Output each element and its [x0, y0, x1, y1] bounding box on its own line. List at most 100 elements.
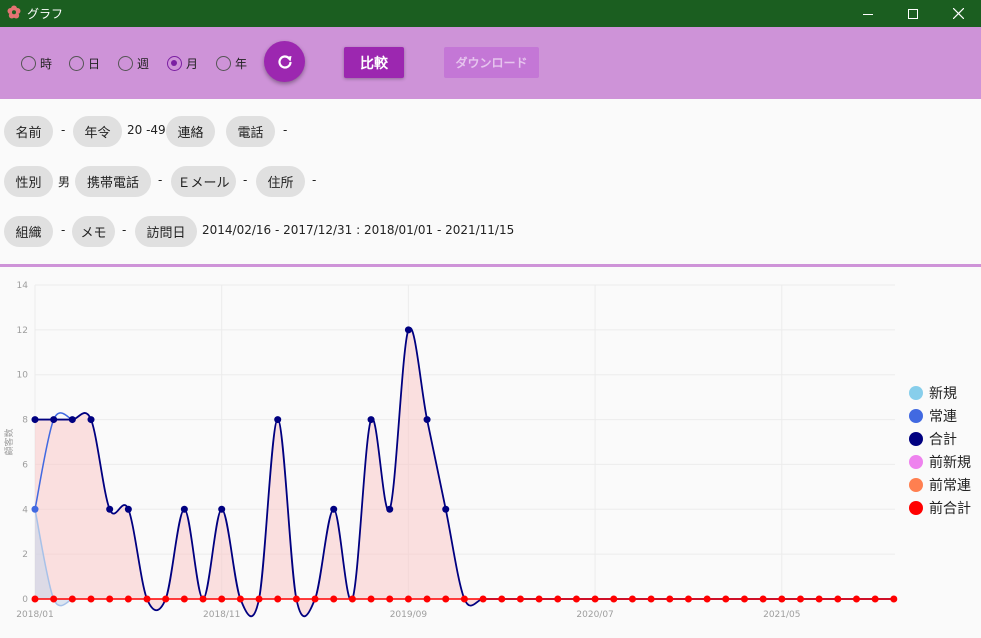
- data-point-prev-total: [778, 595, 786, 603]
- data-point-prev-total: [386, 595, 394, 603]
- data-point-prev-total: [759, 595, 767, 603]
- data-point-prev-total: [50, 595, 58, 603]
- data-point-prev-total: [199, 595, 207, 603]
- legend-item[interactable]: 前常連: [909, 475, 971, 495]
- close-icon: [952, 8, 964, 19]
- legend-label: 合計: [929, 432, 957, 448]
- data-point-prev-total: [348, 595, 356, 603]
- radio-label: 年: [235, 57, 248, 71]
- refresh-button[interactable]: [264, 41, 305, 82]
- download-button[interactable]: ダウンロード: [444, 47, 539, 78]
- legend-item[interactable]: 合計: [909, 429, 957, 449]
- y-tick-label: 12: [17, 326, 28, 336]
- y-axis-label: 顧客数: [3, 428, 15, 455]
- chip-visit-date[interactable]: 訪問日: [135, 216, 197, 247]
- data-point-prev-total: [628, 595, 636, 603]
- legend-item[interactable]: 新規: [909, 383, 957, 403]
- chip-age[interactable]: 年令: [73, 116, 122, 147]
- x-tick-label: 2021/05: [763, 610, 800, 620]
- data-point-prev-total: [890, 595, 898, 603]
- data-point-total: [386, 505, 394, 513]
- app-flower-icon: [7, 5, 21, 19]
- address-value: -: [312, 173, 317, 187]
- legend-label: 新規: [929, 386, 957, 402]
- data-point-prev-total: [31, 595, 39, 603]
- data-point-total: [218, 505, 226, 513]
- data-point-total: [423, 416, 431, 424]
- data-point-prev-total: [722, 595, 730, 603]
- legend-item[interactable]: 前合計: [909, 498, 971, 518]
- data-point-prev-total: [367, 595, 375, 603]
- data-point-regular: [31, 505, 39, 513]
- legend-swatch: [909, 386, 923, 400]
- x-tick-label: 2020/07: [576, 610, 613, 620]
- data-point-prev-total: [236, 595, 244, 603]
- compare-button[interactable]: 比較: [344, 47, 404, 78]
- chip-phone[interactable]: 電話: [226, 116, 275, 147]
- data-point-total: [404, 326, 412, 334]
- data-point-prev-total: [442, 595, 450, 603]
- data-point-total: [50, 416, 58, 424]
- minimize-icon: [863, 13, 873, 15]
- chip-mobile[interactable]: 携帯電話: [75, 166, 151, 197]
- radio-hour[interactable]: 時: [21, 55, 52, 72]
- data-point-prev-total: [162, 595, 170, 603]
- data-point-total: [367, 416, 375, 424]
- chip-address[interactable]: 住所: [256, 166, 305, 197]
- data-point-prev-total: [796, 595, 804, 603]
- legend-item[interactable]: 前新規: [909, 452, 971, 472]
- data-point-prev-total: [535, 595, 543, 603]
- data-point-total: [274, 416, 282, 424]
- data-point-total: [442, 505, 450, 513]
- chip-organization[interactable]: 組織: [4, 216, 53, 247]
- radio-label: 週: [137, 57, 150, 71]
- data-point-prev-total: [740, 595, 748, 603]
- radio-month[interactable]: 月: [167, 55, 198, 72]
- maximize-button[interactable]: [890, 0, 936, 27]
- data-point-prev-total: [647, 595, 655, 603]
- chip-name[interactable]: 名前: [4, 116, 53, 147]
- data-point-prev-total: [68, 595, 76, 603]
- email-value: -: [243, 173, 248, 187]
- chip-gender[interactable]: 性別: [4, 166, 53, 197]
- data-point-total: [330, 505, 338, 513]
- data-point-prev-total: [292, 595, 300, 603]
- data-point-prev-total: [703, 595, 711, 603]
- mobile-value: -: [158, 173, 163, 187]
- data-point-prev-total: [815, 595, 823, 603]
- data-point-prev-total: [871, 595, 879, 603]
- legend-label: 前新規: [929, 455, 971, 471]
- chip-contact[interactable]: 連絡: [166, 116, 215, 147]
- legend-swatch: [909, 501, 923, 515]
- x-tick-label: 2018/11: [203, 610, 240, 620]
- legend-label: 前合計: [929, 501, 971, 517]
- y-tick-label: 4: [22, 505, 28, 515]
- data-point-prev-total: [610, 595, 618, 603]
- radio-label: 日: [88, 57, 101, 71]
- radio-label: 月: [186, 57, 199, 71]
- radio-year[interactable]: 年: [216, 55, 247, 72]
- legend-swatch: [909, 409, 923, 423]
- chip-memo[interactable]: メモ: [72, 216, 115, 247]
- legend-item[interactable]: 常連: [909, 406, 957, 426]
- gender-value: 男: [58, 175, 71, 189]
- chip-email[interactable]: Ｅメール: [171, 166, 236, 197]
- radio-circle: [216, 56, 231, 71]
- customer-count-chart: 0 2 4 6 8 10 12 14 2018/01 2018/11 2019/09 2020/07 2…: [3, 281, 898, 620]
- data-point-prev-total: [124, 595, 132, 603]
- data-point-prev-total: [479, 595, 487, 603]
- legend-swatch: [909, 455, 923, 469]
- minimize-button[interactable]: [845, 0, 891, 27]
- filter-panel: 名前 - 年令 20 -49 連絡 電話 - 性別 男 携帯電話 - Ｅメール …: [0, 99, 981, 264]
- visit-date-value: 2014/02/16 - 2017/12/31 : 2018/01/01 - 2…: [202, 223, 515, 237]
- y-tick-label: 8: [22, 416, 28, 426]
- radio-circle: [69, 56, 84, 71]
- data-point-prev-total: [330, 595, 338, 603]
- radio-day[interactable]: 日: [69, 55, 100, 72]
- radio-week[interactable]: 週: [118, 55, 149, 72]
- radio-circle: [118, 56, 133, 71]
- data-point-total: [124, 505, 132, 513]
- data-point-total: [180, 505, 188, 513]
- data-point-prev-total: [498, 595, 506, 603]
- close-button[interactable]: [935, 0, 981, 27]
